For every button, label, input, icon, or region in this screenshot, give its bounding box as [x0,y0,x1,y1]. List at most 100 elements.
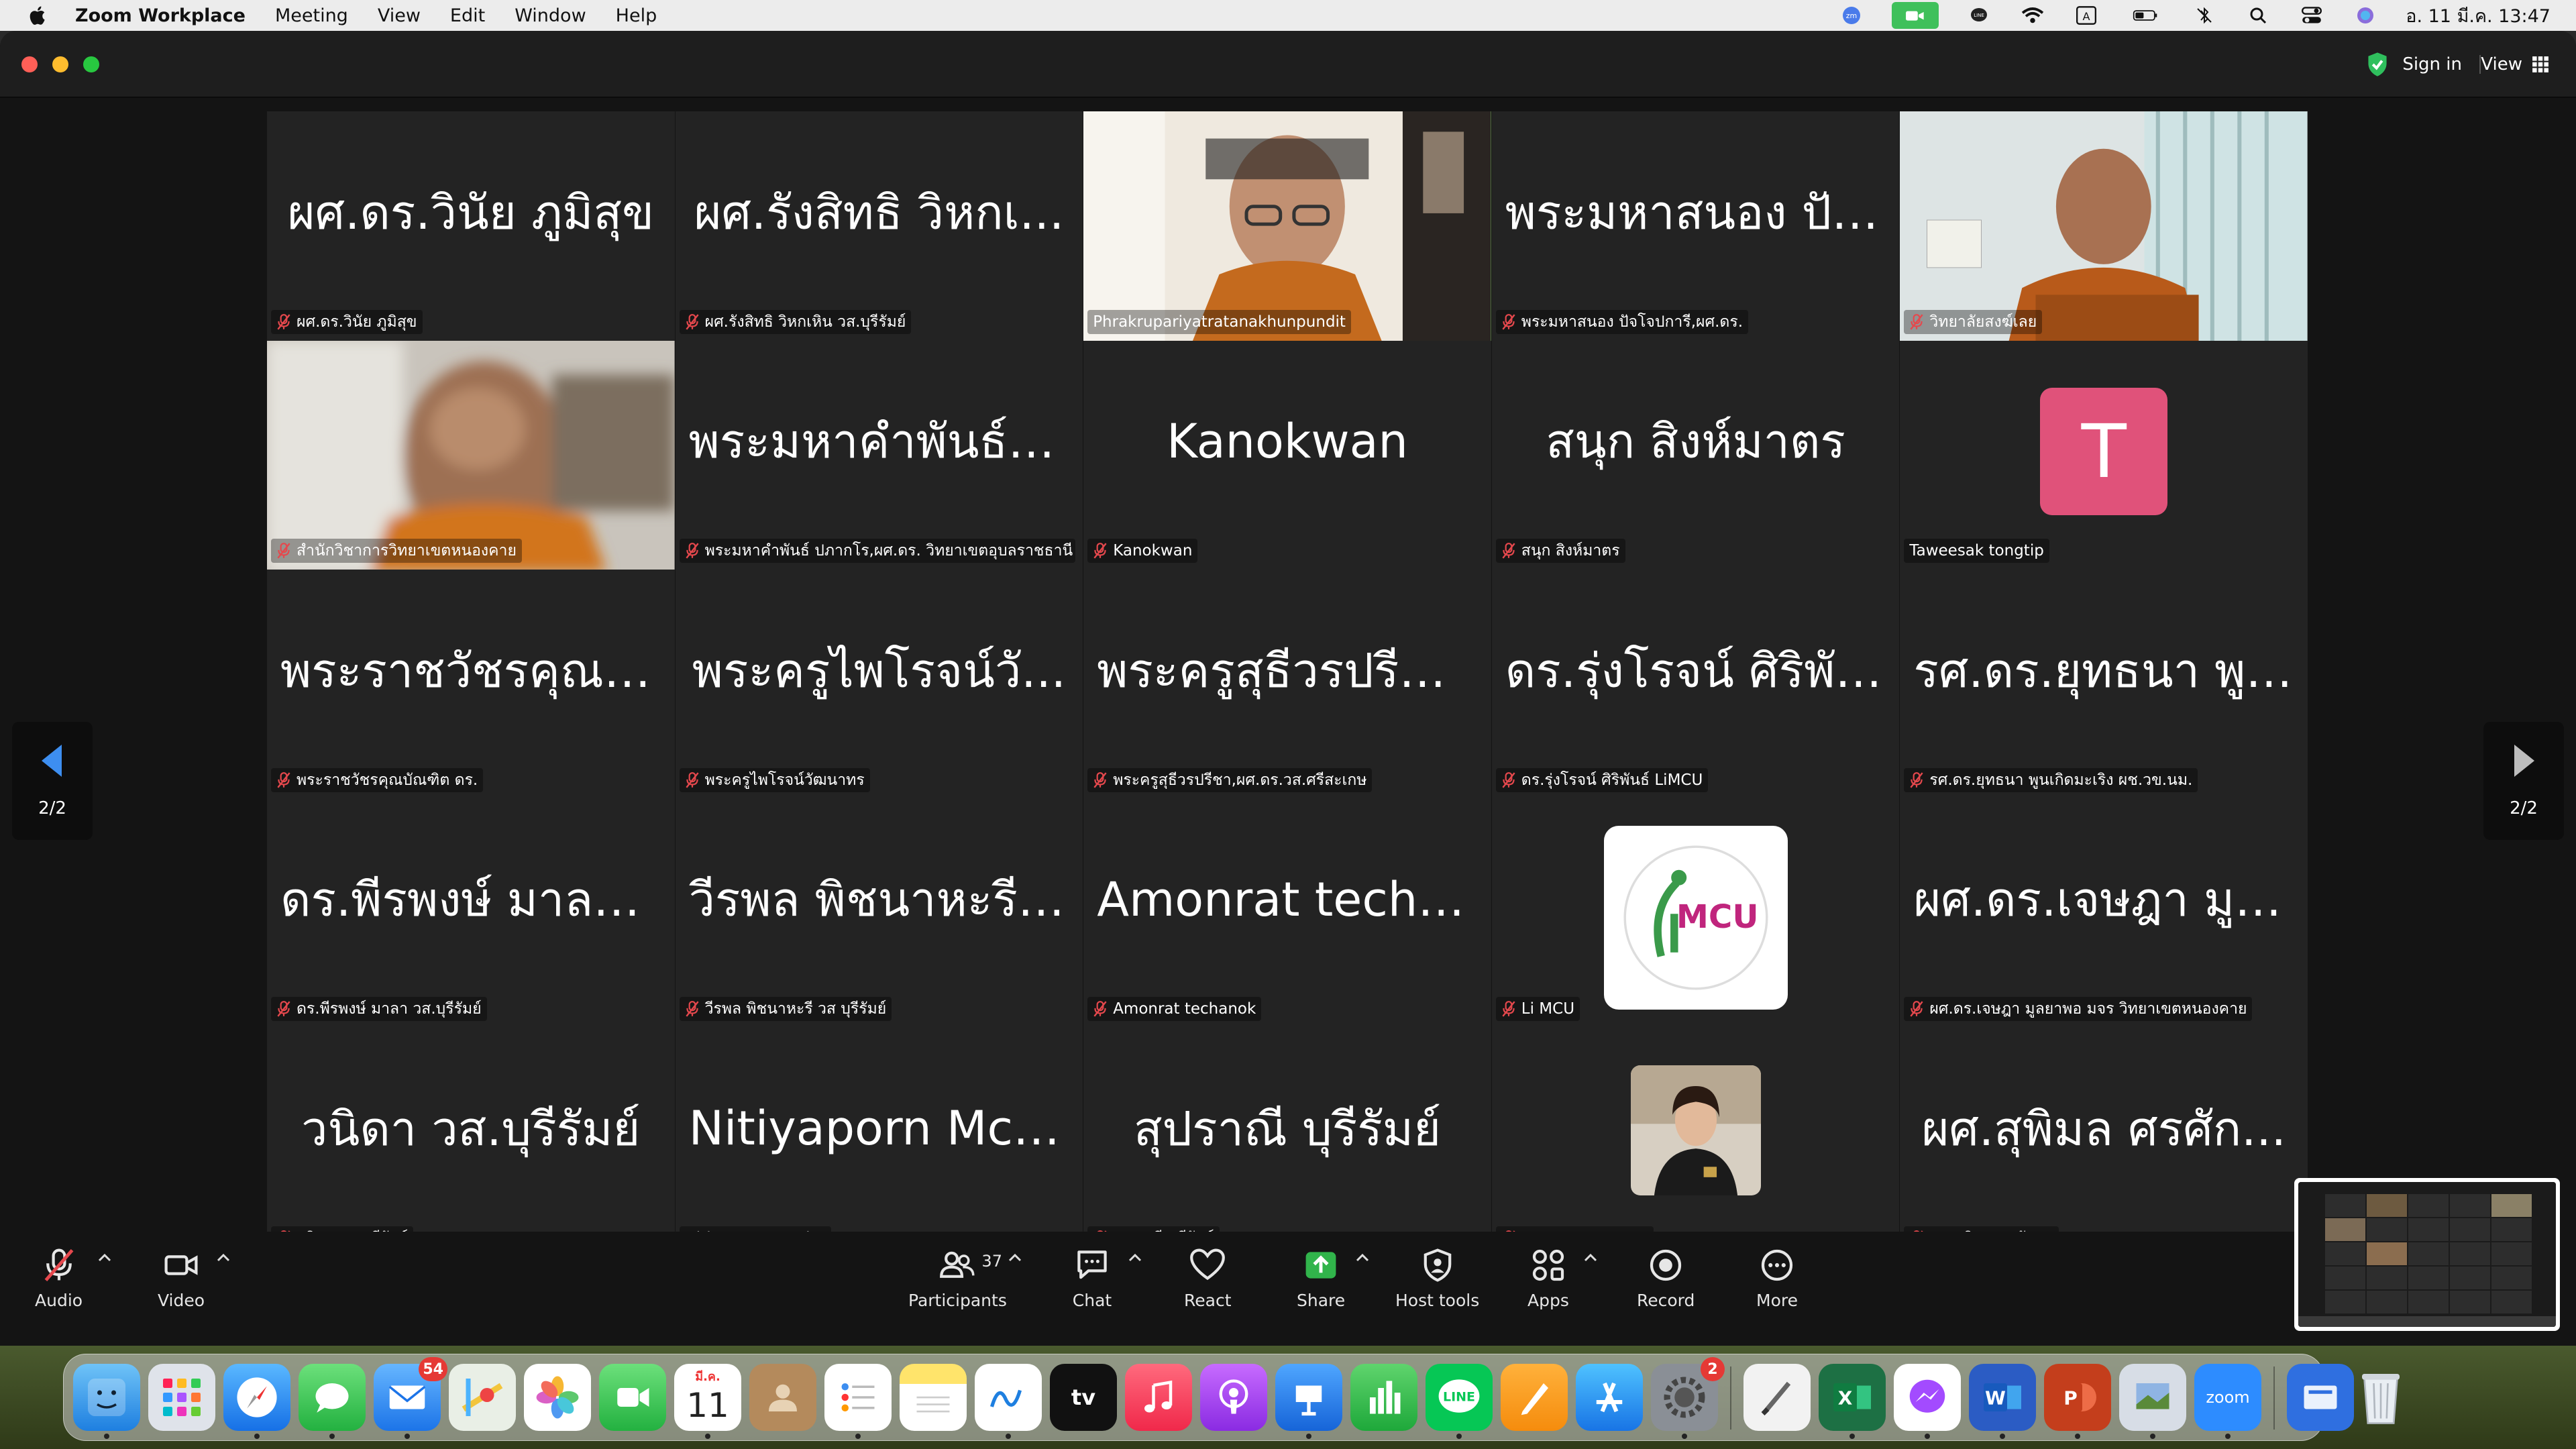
calendar-icon[interactable]: มี.ค. 11 [674,1364,741,1439]
participant-tile[interactable]: Amonrat techanok Amonrat techanok [1083,798,1491,1028]
participants-button[interactable]: 37 Participants [908,1246,1007,1310]
menu-help[interactable]: Help [616,5,657,26]
participant-tile[interactable]: พระครูไพโรจน์วั... พระครูไพโรจน์วัฒนาทร [675,570,1083,799]
zoom-app-icon[interactable]: zoom [2194,1364,2261,1439]
zoom-window-button[interactable] [83,56,99,72]
participant-tile[interactable]: Phrakrupariyatratanakhunpundit [1083,111,1491,341]
audio-button[interactable]: Audio [35,1246,83,1310]
participant-tile[interactable]: สุปราณี บุรีรัมย์สุปราณี บุรีรัมย์ [1083,1028,1491,1257]
word-icon[interactable]: W [1969,1364,2036,1439]
script-editor-icon[interactable] [1743,1364,1811,1431]
excel-icon[interactable]: X [1819,1364,1886,1439]
photos-icon[interactable] [524,1364,591,1431]
participant-tile[interactable]: Kanokwan Kanokwan [1083,340,1491,570]
apps-button[interactable]: Apps [1527,1246,1569,1310]
sign-in-button[interactable]: Sign in [2366,51,2481,78]
participants-options-caret-icon[interactable] [1008,1252,1022,1263]
keynote-icon[interactable] [1275,1364,1342,1439]
menu-window[interactable]: Window [515,5,586,26]
mail-icon[interactable]: 54 [374,1357,447,1439]
record-button[interactable]: Record [1637,1246,1695,1310]
launchpad-icon[interactable] [148,1364,215,1431]
music-icon[interactable] [1125,1364,1192,1431]
participant-tile[interactable]: พระราชวัชรคุณบั... พระราชวัชรคุณบัณฑิต ดร… [267,570,675,799]
menu-edit[interactable]: Edit [450,5,485,26]
chat-button[interactable]: Chat [1072,1246,1112,1310]
participant-tile[interactable]: สำนักวิชาการวิทยาเขตหนองคาย [267,340,675,570]
chat-options-caret-icon[interactable] [1128,1252,1142,1263]
contacts-icon[interactable] [749,1364,816,1431]
finder-icon[interactable] [73,1364,140,1439]
reminders-icon[interactable] [824,1364,892,1439]
more-button[interactable]: More [1756,1246,1798,1310]
apps-options-caret-icon[interactable] [1583,1252,1598,1263]
messenger-icon[interactable] [1894,1364,1961,1439]
participant-tile[interactable]: ผศ.รังสิทธิ วิหกเ... ผศ.รังสิทธิ วิหกเหิน… [675,111,1083,341]
trash-icon[interactable] [2347,1364,2414,1431]
participant-tile[interactable]: ผศ.ดร.วินัย ภูมิสุข ผศ.ดร.วินัย ภูมิสุข [267,111,675,341]
participant-display-name-text: พระครูสุธีวรปรีชา... [1097,643,1478,698]
participant-tile[interactable]: พระมหาสนอง ปัจ... พระมหาสนอง ปัจโจปการี,ผ… [1491,111,1900,341]
safari-icon[interactable] [223,1364,290,1439]
participant-tile[interactable]: ดร.พีรพงษ์ มาลา... ดร.พีรพงษ์ มาลา วส.บุร… [267,798,675,1028]
menu-clock[interactable]: อ. 11 มี.ค. 13:47 [2406,1,2551,30]
app-store-icon[interactable] [1576,1364,1643,1431]
share-button[interactable]: Share [1297,1246,1345,1310]
battery-icon[interactable] [2127,5,2164,25]
podcasts-icon[interactable] [1200,1364,1267,1431]
siri-icon[interactable] [2352,5,2379,25]
apple-icon[interactable] [27,4,50,27]
apps-label: Apps [1527,1291,1569,1310]
preview-icon[interactable] [2119,1364,2186,1439]
input-source-icon[interactable]: A [2073,5,2100,25]
participant-tile[interactable]: วิทยาลัยสงฆ์เลย [1900,111,2308,341]
facetime-icon[interactable] [599,1364,666,1431]
screen-preview-thumbnail[interactable] [2294,1178,2560,1331]
menu-meeting[interactable]: Meeting [275,5,348,26]
close-window-button[interactable] [21,56,38,72]
audio-options-caret-icon[interactable] [97,1252,112,1263]
menu-view[interactable]: View [378,5,421,26]
host-tools-button[interactable]: Host tools [1395,1246,1479,1310]
view-button[interactable]: View [2481,51,2549,78]
previous-page-button[interactable]: 2/2 [12,722,93,840]
wifi-icon[interactable] [2019,5,2046,25]
minimize-window-button[interactable] [52,56,68,72]
participant-tile[interactable]: ผศ.สุพิมล ศรศัก...ผศ.สุพิมล ศรศักดา [1900,1028,2308,1257]
react-button[interactable]: React [1184,1246,1232,1310]
participant-tile[interactable]: วนิดา วส.บุรีรัมย์วนิดา วส.บุรีรัมย์ [267,1028,675,1257]
numbers-icon[interactable] [1350,1364,1417,1431]
apple-tv-icon[interactable]: tv [1050,1364,1117,1431]
control-center-icon[interactable] [2298,5,2325,25]
participant-tile[interactable]: Nitiyaporn Mcu br.Nitiyaporn Mcu br. [675,1028,1083,1257]
participant-tile[interactable]: ผศ.ดร.เจษฎา มูล... ผศ.ดร.เจษฎา มูลยาพอ มจ… [1900,798,2308,1028]
video-tray-icon[interactable] [1892,2,1939,29]
messages-icon[interactable] [299,1364,366,1439]
participant-tile[interactable]: PIKUL MEEMANA [1491,1028,1900,1257]
participant-tile[interactable]: T Taweesak tongtip [1900,340,2308,570]
participant-tile[interactable]: พระมหาคำพันธ์ ป... พระมหาคำพันธ์ ปภากโร,ผ… [675,340,1083,570]
notes-icon[interactable] [900,1364,967,1431]
video-button[interactable]: Video [158,1246,205,1310]
powerpoint-icon[interactable]: P [2044,1364,2111,1439]
spotlight-search-icon[interactable] [2245,5,2271,25]
participant-tile[interactable]: รศ.ดร.ยุทธนา พูน... รศ.ดร.ยุทธนา พูนเกิดม… [1900,570,2308,799]
line-tray-icon[interactable]: LINE [1966,5,1992,25]
maps-icon[interactable] [449,1364,516,1431]
share-options-caret-icon[interactable] [1355,1252,1370,1263]
pages-icon[interactable] [1501,1364,1568,1431]
system-settings-icon[interactable]: 2 [1651,1357,1725,1439]
downloads-stack-icon[interactable] [2287,1364,2354,1431]
line-app-icon[interactable]: LINE [1426,1364,1493,1439]
zoom-tray-icon[interactable]: zm [1838,5,1865,25]
video-options-caret-icon[interactable] [216,1252,231,1263]
next-page-button[interactable]: 2/2 [2483,722,2564,840]
participant-tile[interactable]: สนุก สิงห์มาตร สนุก สิงห์มาตร [1491,340,1900,570]
bluetooth-off-icon[interactable] [2191,5,2218,25]
menu-app-name[interactable]: Zoom Workplace [75,5,246,26]
participant-tile[interactable]: วีรพล พิชนาหะรี ว... วีรพล พิชนาหะรี วส บ… [675,798,1083,1028]
participant-tile[interactable]: พระครูสุธีวรปรีชา... พระครูสุธีวรปรีชา,ผศ… [1083,570,1491,799]
freeform-icon[interactable] [975,1364,1042,1439]
participant-tile[interactable]: MCU Li MCU [1491,798,1900,1028]
participant-tile[interactable]: ดร.รุ่งโรจน์ ศิริพัน... ดร.รุ่งโรจน์ ศิริ… [1491,570,1900,799]
